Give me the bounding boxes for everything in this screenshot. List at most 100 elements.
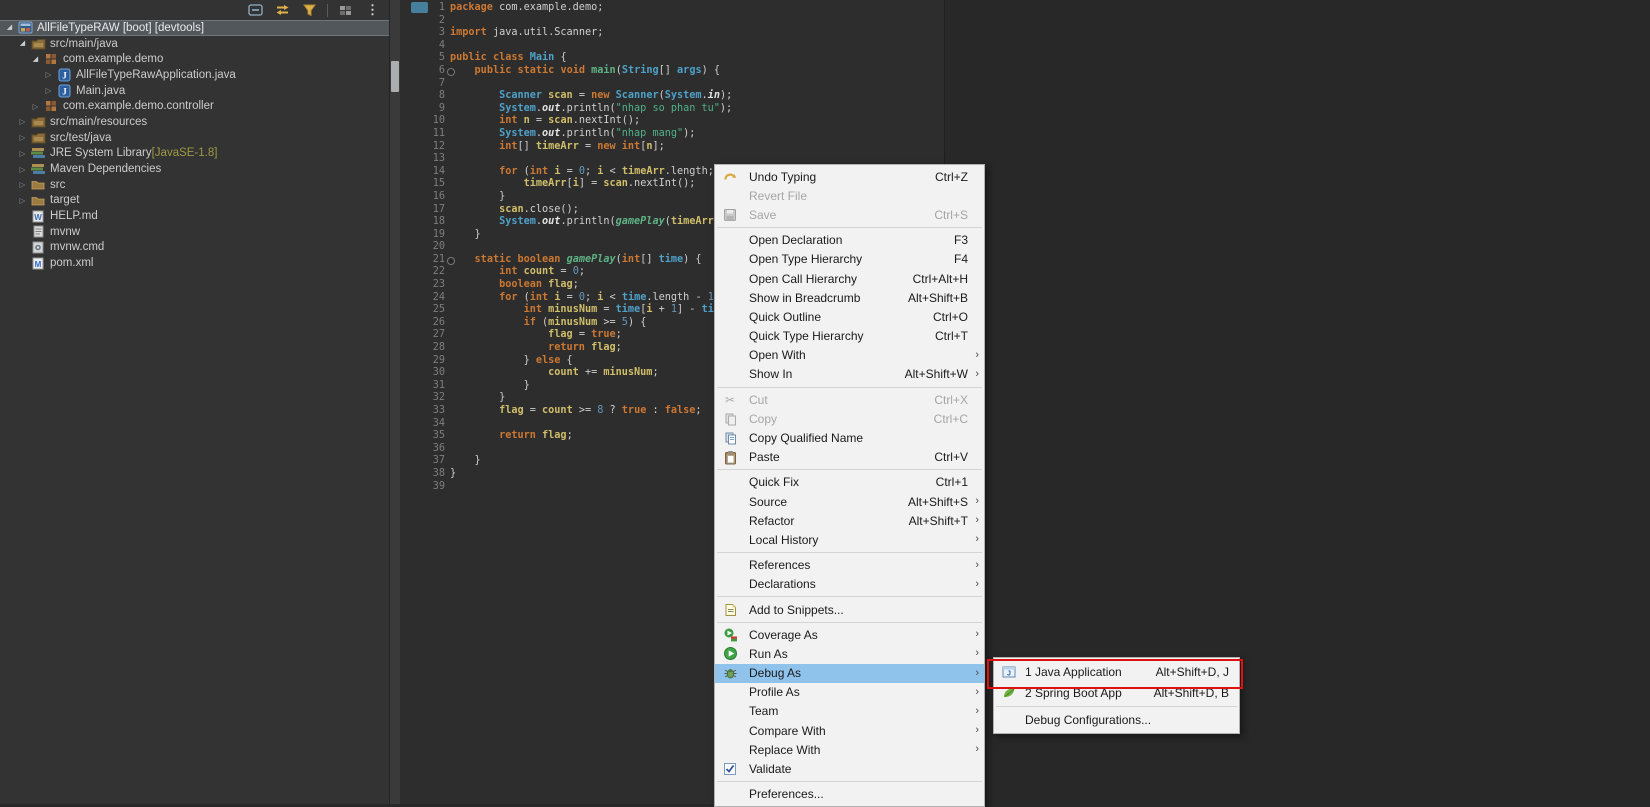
menu-item-cut[interactable]: ✂CutCtrl+X [715, 390, 984, 409]
menu-item-quick-type-hierarchy[interactable]: Quick Type HierarchyCtrl+T [715, 327, 984, 346]
twisty-expanded-icon[interactable]: ◢ [29, 52, 42, 67]
menu-item-refactor[interactable]: RefactorAlt+Shift+T› [715, 511, 984, 530]
line-number[interactable]: 6 [400, 65, 445, 78]
tree-item-pom-xml[interactable]: Mpom.xml [0, 255, 389, 271]
menu-item-copy[interactable]: CopyCtrl+C [715, 409, 984, 428]
twisty-collapsed-icon[interactable]: ▷ [16, 162, 29, 177]
tree-item-help-md[interactable]: WHELP.md [0, 208, 389, 224]
line-number[interactable]: 11 [400, 128, 445, 141]
line-number[interactable]: 16 [400, 191, 445, 204]
line-number[interactable]: 14 [400, 166, 445, 179]
line-number[interactable]: 38 [400, 468, 445, 481]
twisty-collapsed-icon[interactable]: ▷ [29, 99, 42, 114]
tree-item-mvnw-cmd[interactable]: mvnw.cmd [0, 240, 389, 256]
line-number[interactable]: 23 [400, 279, 445, 292]
link-with-editor-icon[interactable] [273, 2, 292, 19]
menu-item-add-to-snippets[interactable]: Add to Snippets... [715, 600, 984, 619]
package-presentation-icon[interactable] [336, 2, 355, 19]
twisty-collapsed-icon[interactable]: ▷ [16, 193, 29, 208]
twisty-collapsed-icon[interactable]: ▷ [16, 146, 29, 161]
twisty-collapsed-icon[interactable]: ▷ [16, 130, 29, 145]
line-number[interactable]: 1 [400, 2, 445, 15]
line-number[interactable]: 29 [400, 355, 445, 368]
line-number[interactable]: 35 [400, 430, 445, 443]
tree-item-target[interactable]: ▷target [0, 193, 389, 209]
twisty-collapsed-icon[interactable]: ▷ [16, 177, 29, 192]
tree-item-jre-system-library[interactable]: ▷JRE System Library [JavaSE-1.8] [0, 146, 389, 162]
explorer-scrollbar-thumb[interactable] [391, 61, 399, 92]
line-number[interactable]: 4 [400, 40, 445, 53]
line-number[interactable]: 32 [400, 392, 445, 405]
menu-item-open-with[interactable]: Open With› [715, 346, 984, 365]
menu-item-team[interactable]: Team› [715, 702, 984, 721]
tree-item-com-example-demo[interactable]: ◢com.example.demo [0, 51, 389, 67]
tree-item-com-example-demo-controller[interactable]: ▷com.example.demo.controller [0, 98, 389, 114]
line-number[interactable]: 17 [400, 204, 445, 217]
tree-item-mvnw[interactable]: mvnw [0, 224, 389, 240]
menu-item-show-in[interactable]: Show InAlt+Shift+W› [715, 365, 984, 384]
line-number[interactable]: 33 [400, 405, 445, 418]
line-number[interactable]: 24 [400, 292, 445, 305]
line-number[interactable]: 25 [400, 304, 445, 317]
line-number[interactable]: 37 [400, 455, 445, 468]
tree-item-src-main-resources[interactable]: ▷src/main/resources [0, 114, 389, 130]
line-number[interactable]: 10 [400, 115, 445, 128]
filter-icon[interactable] [300, 2, 319, 19]
menu-item-show-in-breadcrumb[interactable]: Show in BreadcrumbAlt+Shift+B [715, 288, 984, 307]
line-number[interactable]: 39 [400, 481, 445, 494]
menu-item-coverage-as[interactable]: Coverage As› [715, 625, 984, 644]
line-number[interactable]: 8 [400, 90, 445, 103]
view-menu-icon[interactable]: ⋮ [363, 2, 382, 19]
tree-item-src-main-java[interactable]: ◢src/main/java [0, 36, 389, 52]
line-number[interactable]: 20 [400, 241, 445, 254]
tree-item-allfiletyperaw-boot-devtools[interactable]: ◢AllFileTypeRAW [boot] [devtools] [0, 20, 389, 36]
line-number[interactable]: 31 [400, 380, 445, 393]
menu-item-1-java-application[interactable]: J1 Java ApplicationAlt+Shift+D, J [994, 661, 1239, 682]
tree-item-maven-dependencies[interactable]: ▷Maven Dependencies [0, 161, 389, 177]
line-number[interactable]: 26 [400, 317, 445, 330]
tree-item-src-test-java[interactable]: ▷src/test/java [0, 130, 389, 146]
tree-item-main-java[interactable]: ▷JMain.java [0, 83, 389, 99]
line-number[interactable]: 22 [400, 266, 445, 279]
menu-item-run-as[interactable]: Run As› [715, 644, 984, 663]
menu-item-replace-with[interactable]: Replace With› [715, 740, 984, 759]
menu-item-profile-as[interactable]: Profile As› [715, 683, 984, 702]
line-number[interactable]: 12 [400, 141, 445, 154]
line-number[interactable]: 3 [400, 27, 445, 40]
menu-item-debug-configurations[interactable]: Debug Configurations... [994, 709, 1239, 730]
line-number[interactable]: 19 [400, 229, 445, 242]
line-number[interactable]: 7 [400, 78, 445, 91]
twisty-expanded-icon[interactable]: ◢ [16, 36, 29, 51]
menu-item-debug-as[interactable]: Debug As› [715, 664, 984, 683]
tree-item-src[interactable]: ▷src [0, 177, 389, 193]
twisty-collapsed-icon[interactable]: ▷ [42, 83, 55, 98]
menu-item-save[interactable]: SaveCtrl+S [715, 205, 984, 224]
line-number[interactable]: 21 [400, 254, 445, 267]
line-number[interactable]: 2 [400, 15, 445, 28]
line-number[interactable]: 27 [400, 329, 445, 342]
menu-item-declarations[interactable]: Declarations› [715, 575, 984, 594]
menu-item-open-call-hierarchy[interactable]: Open Call HierarchyCtrl+Alt+H [715, 269, 984, 288]
menu-item-open-type-hierarchy[interactable]: Open Type HierarchyF4 [715, 250, 984, 269]
line-number[interactable]: 5 [400, 52, 445, 65]
menu-item-local-history[interactable]: Local History› [715, 530, 984, 549]
menu-item-preferences[interactable]: Preferences... [715, 785, 984, 804]
line-number[interactable]: 9 [400, 103, 445, 116]
menu-item-undo-typing[interactable]: Undo TypingCtrl+Z [715, 167, 984, 186]
menu-item-quick-outline[interactable]: Quick OutlineCtrl+O [715, 307, 984, 326]
menu-item-paste[interactable]: PasteCtrl+V [715, 448, 984, 467]
line-number[interactable]: 28 [400, 342, 445, 355]
menu-item-open-declaration[interactable]: Open DeclarationF3 [715, 231, 984, 250]
line-number[interactable]: 34 [400, 418, 445, 431]
menu-item-quick-fix[interactable]: Quick FixCtrl+1 [715, 473, 984, 492]
twisty-collapsed-icon[interactable]: ▷ [16, 114, 29, 129]
menu-item-2-spring-boot-app[interactable]: 2 Spring Boot AppAlt+Shift+D, B [994, 682, 1239, 703]
line-number[interactable]: 18 [400, 216, 445, 229]
line-number[interactable]: 13 [400, 153, 445, 166]
menu-item-revert-file[interactable]: Revert File [715, 186, 984, 205]
line-number[interactable]: 15 [400, 178, 445, 191]
explorer-scrollbar[interactable] [389, 0, 400, 804]
menu-item-source[interactable]: SourceAlt+Shift+S› [715, 492, 984, 511]
collapse-all-icon[interactable] [246, 2, 265, 19]
line-number[interactable]: 36 [400, 443, 445, 456]
